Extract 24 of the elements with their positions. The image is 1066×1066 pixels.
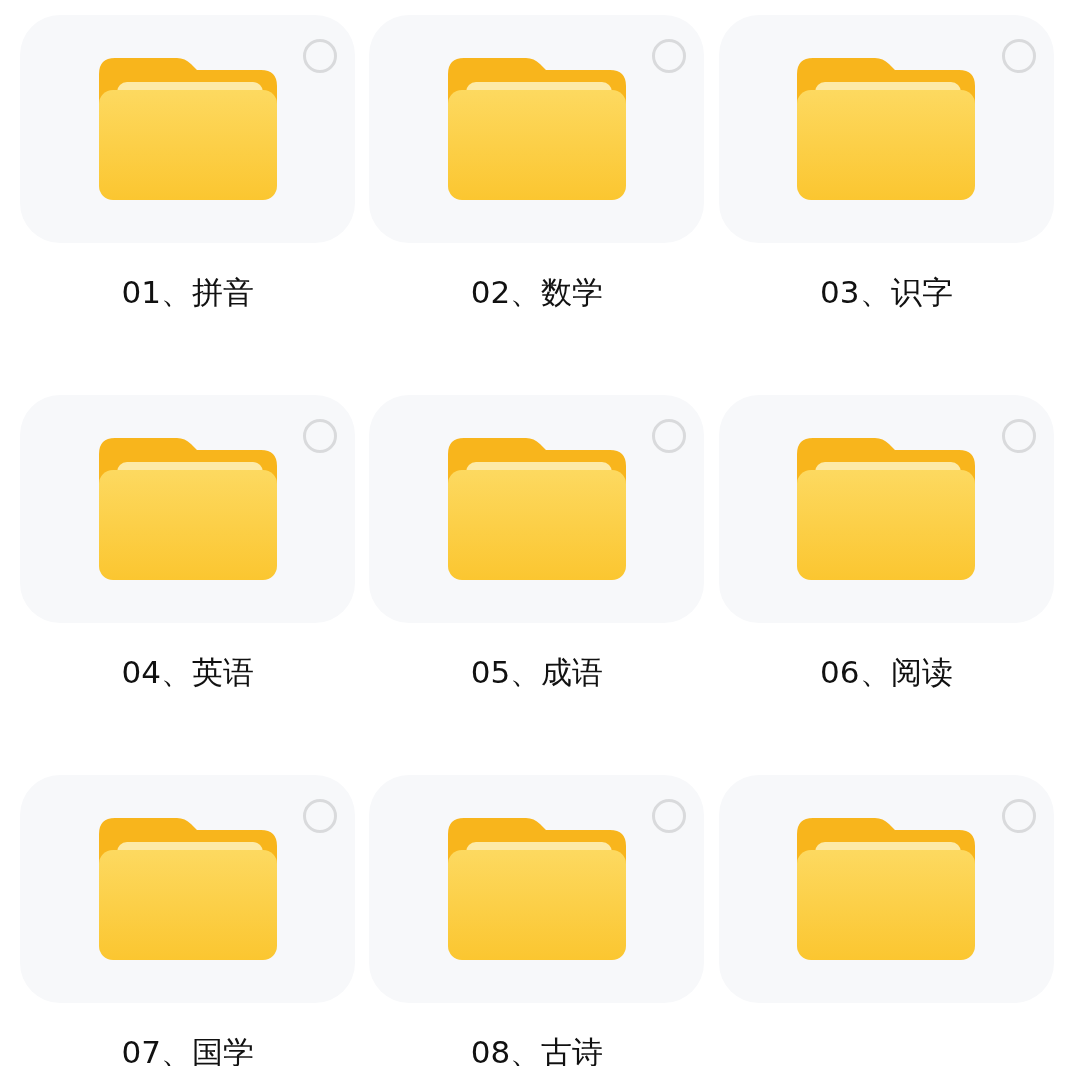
folder-card[interactable]: [369, 15, 705, 243]
folder-card[interactable]: [20, 395, 356, 623]
folder-name: 02、数学: [470, 273, 604, 312]
folder-icon: [797, 818, 976, 960]
folder-icon: [98, 438, 277, 580]
folder-card[interactable]: [20, 15, 356, 243]
folder-icon: [98, 58, 277, 200]
folder-name: 06、阅读: [820, 653, 953, 692]
folder-card[interactable]: [718, 15, 1054, 243]
folder-icon: [98, 818, 277, 960]
folder-name: 03、识字: [820, 273, 953, 312]
folder-card[interactable]: [20, 775, 356, 1003]
folder-icon: [448, 58, 626, 200]
folder-card[interactable]: [718, 395, 1054, 623]
folder-icon: [448, 438, 626, 580]
folder-name: 01、拼音: [121, 273, 254, 312]
folder-card[interactable]: [718, 775, 1054, 1003]
folder-card[interactable]: [369, 395, 705, 623]
folder-name: 05、成语: [470, 653, 604, 692]
folder-icon: [797, 58, 976, 200]
folder-icon: [448, 818, 626, 960]
folder-icon: [797, 438, 976, 580]
folder-card[interactable]: [369, 775, 705, 1003]
folder-name: 04、英语: [121, 653, 254, 692]
